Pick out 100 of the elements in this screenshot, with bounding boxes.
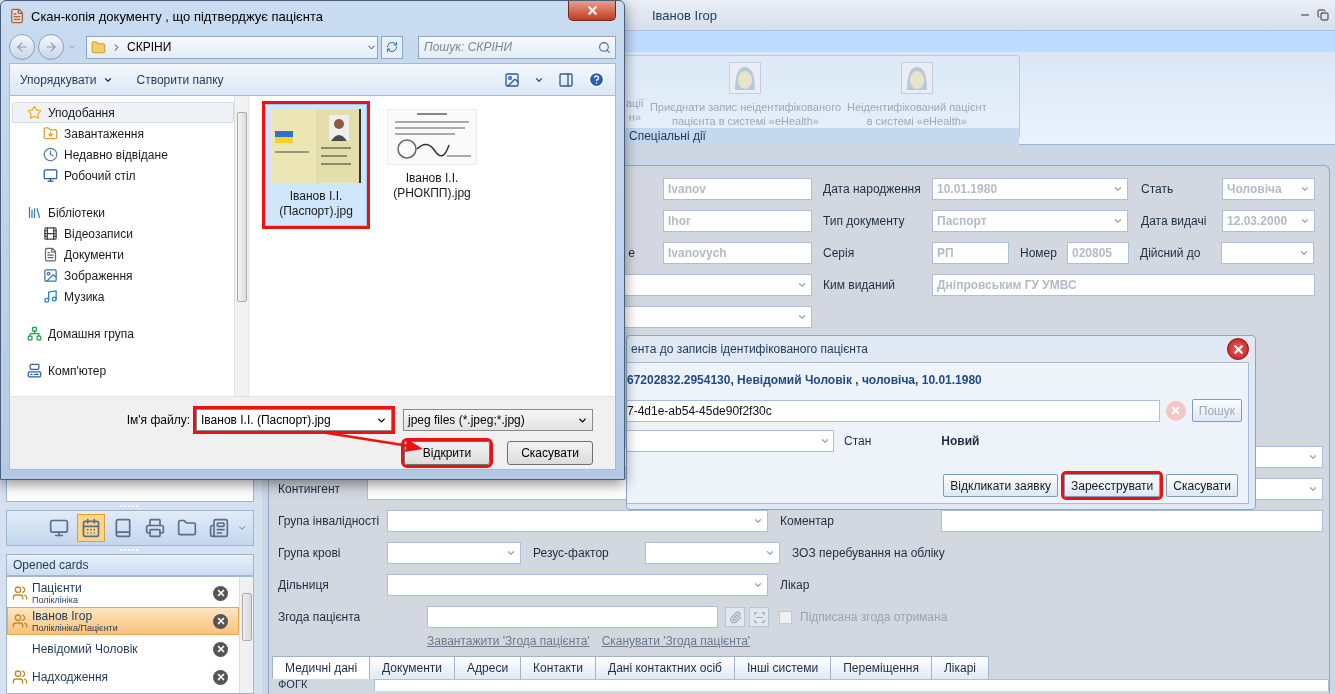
monitor-icon [49,518,69,538]
opened-card[interactable]: Надходження [7,663,239,691]
tab[interactable]: Адреси [454,656,522,679]
refresh-icon [386,41,398,53]
organize-menu[interactable]: Упорядкувати [20,72,113,87]
nav-item[interactable]: Завантаження [12,123,234,144]
card-path: Поліклініка/Пацієнти [32,622,119,633]
card-path: Поліклініка [32,594,78,605]
opened-card[interactable]: Іванов Ігор Поліклініка/Пацієнти [7,607,239,635]
input-field[interactable] [387,542,521,564]
field-label: Тип документу [823,214,906,228]
book-icon [113,518,133,538]
search-field[interactable]: Пошук: СКРІНИ [418,35,616,59]
network-icon [27,326,42,341]
close-button[interactable] [1227,338,1249,360]
close-button[interactable] [213,613,228,629]
dialog-button[interactable]: Відкрити [404,441,490,465]
folder-icon [91,39,106,55]
paperclip-icon [728,610,742,624]
document-icon [9,8,25,24]
field-label: ФОГК [278,679,309,690]
field-label: Ким виданий [823,278,897,292]
refresh-button[interactable] [381,35,403,59]
toolbar-button[interactable] [77,514,105,542]
file-item[interactable]: Іванов І.І. (РНОКПП).jpg [381,104,483,208]
clock-icon [43,147,58,162]
film-icon [43,226,58,241]
dialog-button[interactable]: Скасувати [507,441,593,465]
dialog-button[interactable]: Скасувати [1166,474,1238,497]
status-value: Новий [941,434,980,448]
scrollbar[interactable] [239,577,253,693]
card-name: Пацієнти [32,581,83,595]
opened-card[interactable]: Пацієнти Поліклініка [7,579,239,607]
newspaper-icon [209,518,229,538]
dialog-title: Скан-копія документу , що підтверджує пацієнта [31,8,323,24]
restore-icon [1317,9,1329,21]
dialog-button[interactable]: Відкликати заявку [943,474,1058,497]
close-icon [215,672,226,682]
nav-item[interactable]: Бібліотеки [12,202,234,223]
search-icon [598,40,611,54]
caret-icon [753,516,763,526]
nav-item[interactable]: Документи [12,244,234,265]
opened-card[interactable]: Невідомий Чоловік [7,635,239,663]
nav-item[interactable]: Робочий стіл [12,165,234,186]
field-label: Дільниця [278,578,330,592]
new-folder-button[interactable]: Створити папку [136,72,224,87]
tab[interactable]: Контакти [520,656,596,679]
forward-arrow-icon [44,40,58,54]
caret-icon [797,280,807,290]
dialog-button[interactable]: Зареєструвати [1064,474,1161,497]
input-field[interactable] [427,606,718,628]
input-field[interactable] [387,510,768,532]
forward-button[interactable] [38,34,64,60]
scrollbar[interactable] [234,96,248,396]
close-button[interactable] [213,669,228,685]
tab[interactable]: Переміщення [830,656,932,679]
nav-item[interactable]: Уподобання [12,102,234,123]
nav-item[interactable]: Недавно відвідане [12,144,234,165]
tab[interactable]: Дані контактних осіб [595,656,735,679]
tab[interactable]: Лікарі [930,656,989,679]
nav-item[interactable]: Відеозаписи [12,223,234,244]
computer-icon [27,363,42,378]
input-field[interactable] [374,679,1329,691]
monitor-icon [43,168,58,183]
patient-info: 67202832.2954130, Невідомий Чоловік , чоловіча, 10.01.1980 [627,372,983,389]
dropdown[interactable] [627,430,834,452]
download-folder-icon [43,126,58,141]
clear-button[interactable] [1165,400,1186,421]
file-item[interactable]: Іванов І.І. (Паспорт).jpg [265,104,367,226]
people-icon [12,585,28,601]
close-button[interactable] [568,1,616,21]
panel-header: Opened cards [6,554,254,576]
nav-item[interactable]: Музика [12,286,234,307]
close-button[interactable] [213,585,228,601]
caret-icon [67,42,77,52]
paperclip-button[interactable] [725,607,745,627]
tab[interactable]: Інші системи [733,656,832,679]
field-label: Стать [1141,182,1175,196]
back-button[interactable] [9,34,35,60]
input-field[interactable] [941,510,1323,532]
field-label: Дійсний до [1140,246,1202,260]
close-button[interactable] [213,641,228,657]
input-field[interactable] [1221,242,1314,264]
nav-item[interactable]: Домашня група [12,323,234,344]
card-name: Іванов Ігор [32,609,93,623]
caret-icon [820,436,830,446]
printer-icon [145,518,165,538]
nav-item[interactable]: Зображення [12,265,234,286]
file-name-field[interactable]: Іванов І.І. (Паспорт).jpg [196,409,392,431]
search-field[interactable]: 7-4d1e-ab54-45de90f2f30c [627,399,1160,422]
input-field[interactable] [387,574,768,596]
input-field[interactable] [645,542,780,564]
close-icon [215,588,226,598]
tab[interactable]: Медичні дані [272,656,371,679]
file-type-dropdown[interactable]: jpeg files (*.jpeg;*.jpg) [403,409,593,431]
tab[interactable]: Документи [369,656,456,679]
caret-icon [765,548,775,558]
address-bar[interactable]: СКРІНИ [86,35,378,59]
scan-button[interactable] [749,607,769,627]
nav-item[interactable]: Комп'ютер [12,360,234,381]
